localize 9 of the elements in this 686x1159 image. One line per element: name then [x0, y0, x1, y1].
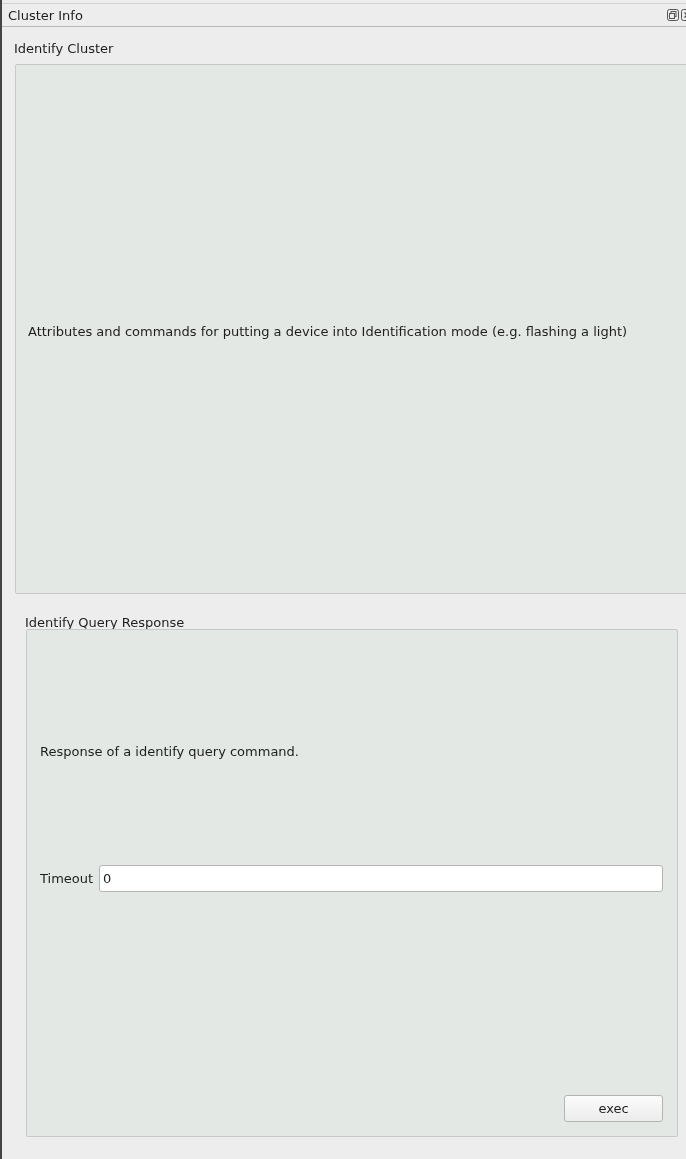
group-title: Identify Cluster — [14, 41, 115, 58]
group-title: Identify Query Response — [25, 615, 186, 632]
field-label: Timeout — [40, 871, 94, 886]
exec-button[interactable]: exec — [564, 1095, 663, 1122]
description-text: Attributes and commands for putting a device into Identification mode (e.g. flashing a light) — [28, 323, 628, 339]
input-field[interactable]: 0 — [99, 865, 663, 892]
window-title: Cluster Info — [7, 7, 83, 23]
description-text: Response of a identify query command. — [40, 744, 300, 759]
float-icon[interactable] — [667, 9, 679, 21]
